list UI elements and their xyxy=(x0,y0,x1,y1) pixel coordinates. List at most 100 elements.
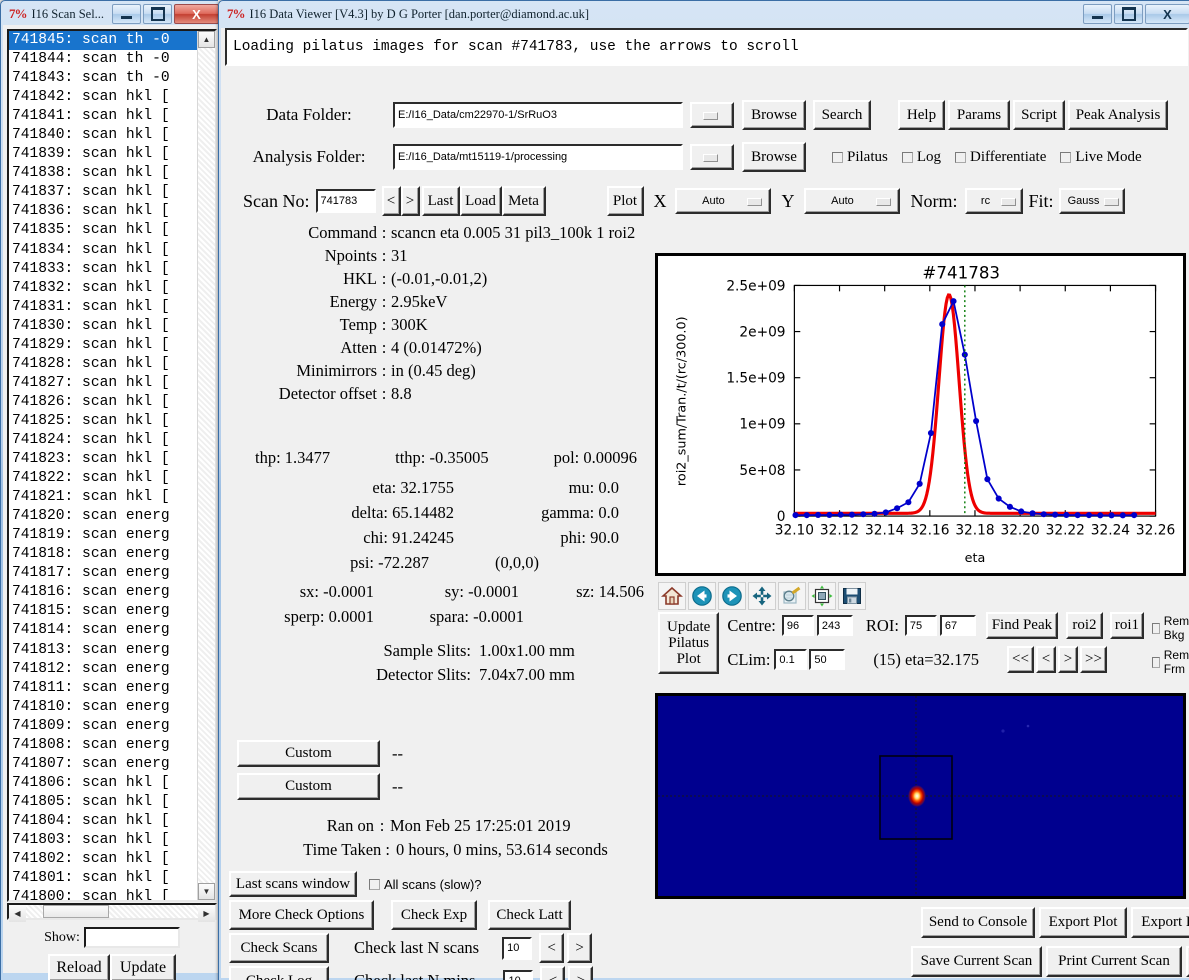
scan-list-item[interactable]: 741842: scan hkl [ xyxy=(9,88,197,107)
scan-list-item[interactable]: 741836: scan hkl [ xyxy=(9,202,197,221)
scan-list-item[interactable]: 741826: scan hkl [ xyxy=(9,393,197,412)
check-scans-button[interactable]: Check Scans xyxy=(229,933,329,963)
scan-list-item[interactable]: 741800: scan hkl [ xyxy=(9,888,197,900)
data-folder-browse-button[interactable]: Browse xyxy=(742,100,806,130)
scan-list-item[interactable]: 741819: scan energ xyxy=(9,526,197,545)
show-input[interactable] xyxy=(83,927,180,948)
check-scans-prev-button[interactable]: < xyxy=(539,933,565,963)
scroll-down-button[interactable]: ▼ xyxy=(198,883,215,900)
checkbox-log[interactable]: Log xyxy=(901,149,941,166)
pan-move-icon[interactable] xyxy=(748,582,776,610)
back-arrow-icon[interactable] xyxy=(688,582,716,610)
scan-list-item[interactable]: 741801: scan hkl [ xyxy=(9,869,197,888)
checkbox-pilatus[interactable]: Pilatus xyxy=(832,149,888,166)
analysis-folder-input[interactable]: E:/I16_Data/mt15119-1/processing xyxy=(393,144,683,170)
check-mins-prev-button[interactable]: < xyxy=(540,966,566,980)
script-button[interactable]: Script xyxy=(1013,100,1065,130)
scan-list-item[interactable]: 741827: scan hkl [ xyxy=(9,374,197,393)
scan-list-item[interactable]: 741831: scan hkl [ xyxy=(9,298,197,317)
checkbox-box[interactable] xyxy=(901,151,913,163)
x-axis-dropdown[interactable]: Auto xyxy=(674,188,771,214)
main-window-close-button[interactable]: X xyxy=(1145,4,1189,24)
scroll-left-button[interactable]: ◀ xyxy=(9,905,26,922)
scan-window-close-button[interactable]: X xyxy=(174,4,219,24)
scan-list-item[interactable]: 741802: scan hkl [ xyxy=(9,850,197,869)
scan-list-item[interactable]: 741825: scan hkl [ xyxy=(9,412,197,431)
home-icon[interactable] xyxy=(658,582,686,610)
checkbox-live-mode[interactable]: Live Mode xyxy=(1060,149,1142,166)
custom1-button[interactable]: Custom xyxy=(237,740,380,767)
export-pilatus-button[interactable]: Export Pilatus xyxy=(1131,907,1189,938)
scan-list-item[interactable]: 741829: scan hkl [ xyxy=(9,336,197,355)
check-last-n-scans-input[interactable]: 10 xyxy=(502,936,533,960)
scan-plot[interactable]: #741783 0 5e+08 1e+09 1.5e+09 2e+09 2.5e+09 3… xyxy=(655,253,1186,576)
search-button[interactable]: Search xyxy=(813,100,871,130)
scan-list-item[interactable]: 741838: scan hkl [ xyxy=(9,164,197,183)
scan-list-item[interactable]: 741822: scan hkl [ xyxy=(9,469,197,488)
data-folder-dropdown[interactable] xyxy=(690,102,734,128)
centre-y-input[interactable]: 243 xyxy=(816,615,853,636)
scan-list-item[interactable]: 741834: scan hkl [ xyxy=(9,241,197,260)
scroll-thumb[interactable] xyxy=(198,48,215,883)
scan-list-item[interactable]: 741806: scan hkl [ xyxy=(9,774,197,793)
scan-list-item[interactable]: 741828: scan hkl [ xyxy=(9,355,197,374)
scan-list-item[interactable]: 741837: scan hkl [ xyxy=(9,183,197,202)
scan-list-vertical-scrollbar[interactable]: ▲ ▼ xyxy=(197,31,215,900)
main-window-titlebar[interactable]: 7% I16 Data Viewer [V4.3] by D G Porter … xyxy=(221,3,1189,25)
main-window-minimize-button[interactable] xyxy=(1083,4,1112,24)
peak-analysis-button[interactable]: Peak Analysis xyxy=(1068,100,1168,130)
analysis-folder-dropdown[interactable] xyxy=(690,144,734,170)
checkbox-box[interactable] xyxy=(955,151,967,163)
save-floppy-icon[interactable] xyxy=(838,582,866,610)
scan-list-item[interactable]: 741804: scan hkl [ xyxy=(9,812,197,831)
scan-list-item[interactable]: 741815: scan energ xyxy=(9,602,197,621)
scan-list-item[interactable]: 741845: scan th -0 xyxy=(9,31,197,51)
scan-list-item[interactable]: 741817: scan energ xyxy=(9,564,197,583)
scan-window-minimize-button[interactable] xyxy=(112,4,141,24)
all-scans-checkbox[interactable] xyxy=(369,878,380,890)
scan-last-button[interactable]: Last xyxy=(421,186,460,216)
update-button[interactable]: Update xyxy=(110,954,176,980)
scan-list-item[interactable]: 741844: scan th -0 xyxy=(9,50,197,69)
last-scans-window-button[interactable]: Last scans window xyxy=(229,871,357,897)
check-exp-button[interactable]: Check Exp xyxy=(391,900,477,930)
scan-list-item[interactable]: 741823: scan hkl [ xyxy=(9,450,197,469)
frame-prev-button[interactable]: < xyxy=(1035,646,1056,673)
scan-list-item[interactable]: 741840: scan hkl [ xyxy=(9,126,197,145)
rem-frm-checkbox[interactable] xyxy=(1151,656,1160,668)
centre-x-input[interactable]: 96 xyxy=(781,615,814,636)
forward-arrow-icon[interactable] xyxy=(718,582,746,610)
check-log-button[interactable]: Check Log xyxy=(229,966,329,980)
scan-next-button[interactable]: > xyxy=(400,186,420,216)
pilatus-image[interactable] xyxy=(655,693,1186,899)
scan-list-item[interactable]: 741811: scan energ xyxy=(9,679,197,698)
scroll-right-button[interactable]: ▶ xyxy=(198,905,215,922)
scan-window-titlebar[interactable]: 7% I16 Scan Sel... X xyxy=(3,3,221,25)
frame-first-button[interactable]: << xyxy=(1006,646,1034,673)
plot-button[interactable]: Plot xyxy=(606,186,644,216)
scan-no-input[interactable]: 741783 xyxy=(315,189,376,213)
main-window-maximize-button[interactable] xyxy=(1114,4,1143,24)
roi-height-input[interactable]: 67 xyxy=(939,615,976,636)
scan-list-item[interactable]: 741807: scan energ xyxy=(9,755,197,774)
send-to-console-button[interactable]: Send to Console xyxy=(921,907,1035,938)
scan-prev-button[interactable]: < xyxy=(381,186,401,216)
scan-list-item[interactable]: 741821: scan hkl [ xyxy=(9,488,197,507)
analysis-folder-browse-button[interactable]: Browse xyxy=(742,142,806,172)
print-current-scan-button[interactable]: Print Current Scan xyxy=(1046,946,1182,977)
roi1-button[interactable]: roi1 xyxy=(1109,612,1144,639)
scan-list-item[interactable]: 741805: scan hkl [ xyxy=(9,793,197,812)
save-current-scan-button[interactable]: Save Current Scan xyxy=(911,946,1042,977)
zoom-rect-icon[interactable] xyxy=(778,582,806,610)
hscroll-thumb[interactable] xyxy=(43,905,109,918)
help-button[interactable]: Help xyxy=(898,100,945,130)
check-scans-next-button[interactable]: > xyxy=(567,933,593,963)
scroll-up-button[interactable]: ▲ xyxy=(198,31,215,48)
check-last-n-mins-input[interactable]: 10 xyxy=(503,969,534,980)
custom2-button[interactable]: Custom xyxy=(237,773,380,800)
scan-list-horizontal-scrollbar[interactable]: ◀ ▶ xyxy=(7,903,217,922)
data-folder-input[interactable]: E:/I16_Data/cm22970-1/SrRuO3 xyxy=(393,102,683,128)
export-plot-button[interactable]: Export Plot xyxy=(1039,907,1127,938)
scan-window-maximize-button[interactable] xyxy=(143,4,172,24)
frame-next-button[interactable]: > xyxy=(1057,646,1078,673)
